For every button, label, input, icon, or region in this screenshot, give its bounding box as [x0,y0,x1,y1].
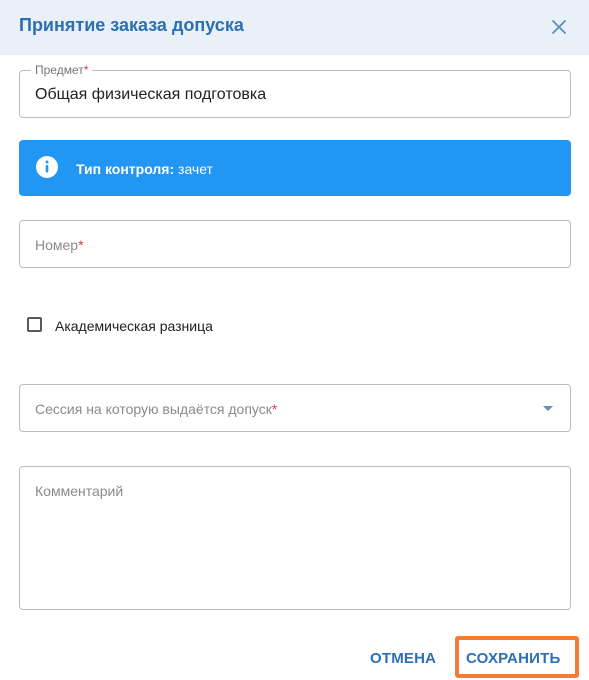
control-type-alert: Тип контроля: зачет [19,140,571,196]
academic-difference-label: Академическая разница [55,318,213,334]
dialog-header: Принятие заказа допуска [0,0,589,55]
dialog-title: Принятие заказа допуска [19,15,244,35]
number-field[interactable]: Номер* [19,220,571,268]
control-type-label: Тип контроля: [76,161,175,177]
info-icon [36,156,58,178]
save-button[interactable]: СОХРАНИТЬ [455,636,579,678]
subject-field[interactable]: Предмет* Общая физическая подготовка [19,63,571,118]
comment-textarea[interactable]: Комментарий [19,466,571,610]
dropdown-arrow-icon[interactable] [543,406,553,411]
cancel-button[interactable]: ОТМЕНА [370,650,436,667]
checkbox-box[interactable] [27,317,42,332]
control-type-text: Тип контроля: зачет [76,161,213,177]
control-type-value: зачет [178,161,213,177]
subject-value: Общая физическая подготовка [35,86,267,103]
save-button-label: СОХРАНИТЬ [466,650,561,667]
comment-placeholder: Комментарий [35,483,124,499]
close-button[interactable] [546,14,572,40]
close-icon [552,20,566,34]
subject-label: Предмет* [31,63,93,77]
session-select[interactable]: Сессия на которую выдаётся допуск* [19,384,571,432]
session-placeholder: Сессия на которую выдаётся допуск* [35,401,278,417]
accept-admission-order-dialog: Принятие заказа допуска Предмет* Общая ф… [0,0,589,680]
number-placeholder: Номер* [35,237,84,253]
